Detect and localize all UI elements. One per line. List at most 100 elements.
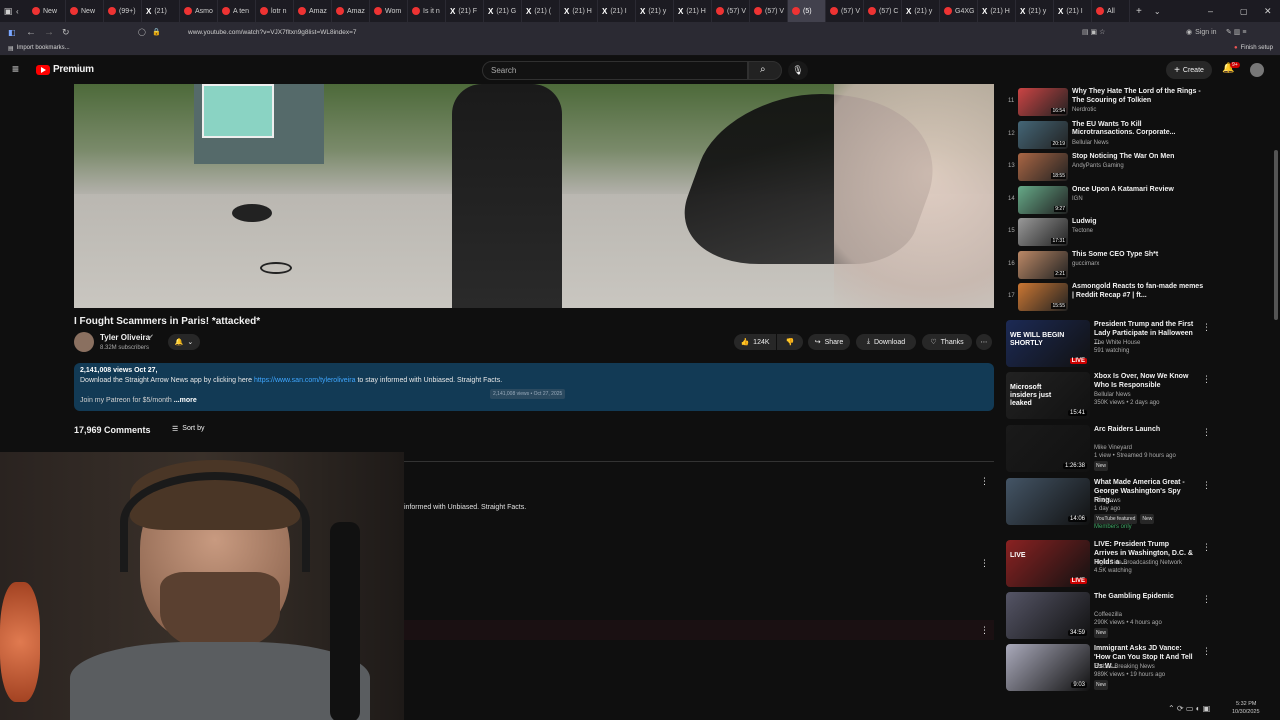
recommended-video[interactable]: 34:59 The Gambling Epidemic Coffeezilla 290… [1006, 592, 1211, 642]
browser-tab[interactable]: G4XG [940, 0, 978, 22]
extensions-icon[interactable]: ▤ ▣ ☆ [1082, 28, 1105, 36]
playlist-item[interactable]: 16:54 Why They Hate The Lord of the Rings… [1018, 88, 1204, 118]
playlist-title[interactable]: Asmongold Reacts to fan-made memes | Red… [1072, 283, 1204, 300]
browser-tab[interactable]: X (21) F [446, 0, 484, 22]
browser-tab[interactable]: A ten [218, 0, 256, 22]
browser-tab[interactable]: Is it n [408, 0, 446, 22]
more-link[interactable]: ...more [174, 397, 197, 404]
video-thumbnail[interactable]: WE WILL BEGIN SHORTLY LIVE [1006, 320, 1090, 367]
window-maximize-button[interactable]: ▢ [1240, 7, 1248, 16]
playlist-title[interactable]: The EU Wants To Kill Microtransactions. … [1072, 121, 1204, 138]
browser-tab[interactable]: (99+) [104, 0, 142, 22]
video-thumbnail[interactable]: 14:06 [1006, 478, 1090, 525]
video-menu-icon[interactable]: ⋮ [1202, 646, 1211, 657]
description-box[interactable]: 2,141,008 views Oct 27, Download the Str… [74, 363, 994, 411]
thanks-button[interactable]: ♡ Thanks [922, 334, 972, 350]
video-thumbnail[interactable]: 34:59 [1006, 592, 1090, 639]
browser-tab[interactable]: (57) C [864, 0, 902, 22]
more-actions-button[interactable]: ⋯ [976, 334, 992, 350]
channel-name[interactable]: Forbes Breaking News [1094, 663, 1155, 671]
tray-icons[interactable]: ⌃ ⟳ ▭ ◐ ▣ [1168, 704, 1210, 713]
channel-name[interactable]: Tyler Oliveira [100, 333, 150, 342]
shield-icon[interactable]: ◯ [138, 28, 146, 36]
comment-menu-icon[interactable]: ⋮ [980, 476, 989, 487]
playlist-item[interactable]: 20:19 The EU Wants To Kill Microtransacti… [1018, 120, 1204, 151]
browser-tab[interactable]: X (21) ( [522, 0, 560, 22]
video-thumbnail[interactable]: 1:26:38 [1006, 425, 1090, 472]
playlist-title[interactable]: Stop Noticing The War On Men [1072, 153, 1204, 162]
recommended-video[interactable]: 9:03 Immigrant Asks JD Vance: 'How Can Yo… [1006, 644, 1211, 694]
window-close-button[interactable]: ✕ [1264, 6, 1272, 17]
search-input[interactable]: Search [482, 61, 748, 80]
browser-tab[interactable]: New [66, 0, 104, 22]
avatar[interactable] [1250, 63, 1264, 77]
like-button[interactable]: 👍 124K [734, 334, 776, 350]
video-thumbnail[interactable]: 9:03 [1006, 644, 1090, 691]
youtube-logo[interactable]: Premium [36, 64, 94, 75]
video-menu-icon[interactable]: ⋮ [1202, 594, 1211, 605]
browser-tab[interactable]: X (21) H [560, 0, 598, 22]
browser-tab[interactable]: X (21) H [978, 0, 1016, 22]
browser-tab[interactable]: X (21) I [1054, 0, 1092, 22]
toolbar-icons[interactable]: ✎ ▥ ≡ [1226, 28, 1246, 36]
recommended-video[interactable]: 14:06 What Made America Great - George Wa… [1006, 478, 1211, 530]
video-menu-icon[interactable]: ⋮ [1202, 480, 1211, 491]
video-thumbnail[interactable]: LIVE LIVE [1006, 540, 1090, 587]
channel-avatar[interactable] [74, 332, 94, 352]
create-button[interactable]: + Create [1166, 61, 1212, 79]
browser-tab[interactable]: (57) V [826, 0, 864, 22]
playlist-thumbnail[interactable]: 9:27 [1018, 185, 1068, 214]
playlist-thumbnail[interactable]: 20:19 [1018, 120, 1068, 149]
share-button[interactable]: ↪ Share [808, 334, 850, 350]
playlist-title[interactable]: Once Upon A Katamari Review [1072, 186, 1204, 195]
playlist-thumbnail[interactable]: 16:54 [1018, 88, 1068, 116]
channel-name[interactable]: Fox News [1094, 497, 1121, 505]
channel-name[interactable]: Right Side Broadcasting Network [1094, 559, 1182, 567]
browser-tab[interactable]: X (21) y [902, 0, 940, 22]
reload-button[interactable]: ↻ [62, 27, 70, 38]
sidebar-toggle-icon[interactable]: ◧ [8, 28, 16, 37]
browser-tab[interactable]: Asmo [180, 0, 218, 22]
tab-scroll-left-icon[interactable]: ‹ [16, 7, 28, 16]
playlist-title[interactable]: Why They Hate The Lord of the Rings - Th… [1072, 88, 1204, 105]
subscribe-bell-button[interactable]: 🔔 ⌄ [168, 334, 200, 350]
video-menu-icon[interactable]: ⋮ [1202, 322, 1211, 333]
playlist-thumbnail[interactable]: 18:55 [1018, 153, 1068, 181]
playlist-item[interactable]: 2:21 This Some CEO Type Sh*t guccimarx [1018, 250, 1204, 281]
channel-name[interactable]: The White House [1094, 339, 1140, 347]
channel-name[interactable]: Coffeezilla [1094, 611, 1122, 619]
recommended-video[interactable]: LIVE LIVE LIVE: President Trump Arrives in… [1006, 540, 1211, 590]
video-title[interactable]: Arc Raiders Launch [1094, 425, 1194, 434]
browser-tab[interactable]: X (21) y [1016, 0, 1054, 22]
dislike-button[interactable]: 👎 [777, 334, 803, 350]
download-button[interactable]: ⤓ Download [856, 334, 916, 350]
video-menu-icon[interactable]: ⋮ [1202, 427, 1211, 438]
playlist-title[interactable]: This Some CEO Type Sh*t [1072, 251, 1204, 260]
finish-setup-link[interactable]: ● Finish setup [1234, 45, 1273, 51]
video-title[interactable]: The Gambling Epidemic [1094, 592, 1194, 601]
browser-tab[interactable]: (57) V [750, 0, 788, 22]
browser-tab[interactable]: All [1092, 0, 1130, 22]
browser-tab[interactable]: Wom [370, 0, 408, 22]
browser-tab[interactable]: Amaz [294, 0, 332, 22]
browser-menu-icon[interactable]: ▣ [0, 6, 16, 17]
playlist-item[interactable]: 18:55 Stop Noticing The War On Men AndyPan… [1018, 153, 1204, 183]
page-scrollbar[interactable] [1274, 150, 1278, 320]
video-menu-icon[interactable]: ⋮ [1202, 374, 1211, 385]
clock-time[interactable]: 5:32 PM [1236, 701, 1256, 707]
lock-icon[interactable]: 🔒 [152, 28, 161, 36]
browser-tab[interactable]: Amaz [332, 0, 370, 22]
playlist-thumbnail[interactable]: 2:21 [1018, 250, 1068, 279]
browser-tab[interactable]: New [28, 0, 66, 22]
channel-name[interactable]: Bellular News [1094, 391, 1131, 399]
playlist-thumbnail[interactable]: 15:55 [1018, 283, 1068, 311]
recommended-video[interactable]: 1:26:38 Arc Raiders Launch Mike Vineyard 1 … [1006, 425, 1211, 475]
video-title[interactable]: Xbox Is Over, Now We Know Who Is Respons… [1094, 372, 1194, 390]
playlist-item[interactable]: 9:27 Once Upon A Katamari Review IGN [1018, 185, 1204, 216]
description-link[interactable]: https://www.san.com/tyleroliveira [254, 377, 356, 384]
video-thumbnail[interactable]: Microsoft insiders just leaked 15:41 [1006, 372, 1090, 419]
browser-tab[interactable]: X (21) [142, 0, 180, 22]
sort-by-button[interactable]: ☰ Sort by [172, 425, 204, 433]
browser-tab[interactable]: lotr n [256, 0, 294, 22]
recommended-video[interactable]: Microsoft insiders just leaked 15:41 Xbox … [1006, 372, 1211, 422]
